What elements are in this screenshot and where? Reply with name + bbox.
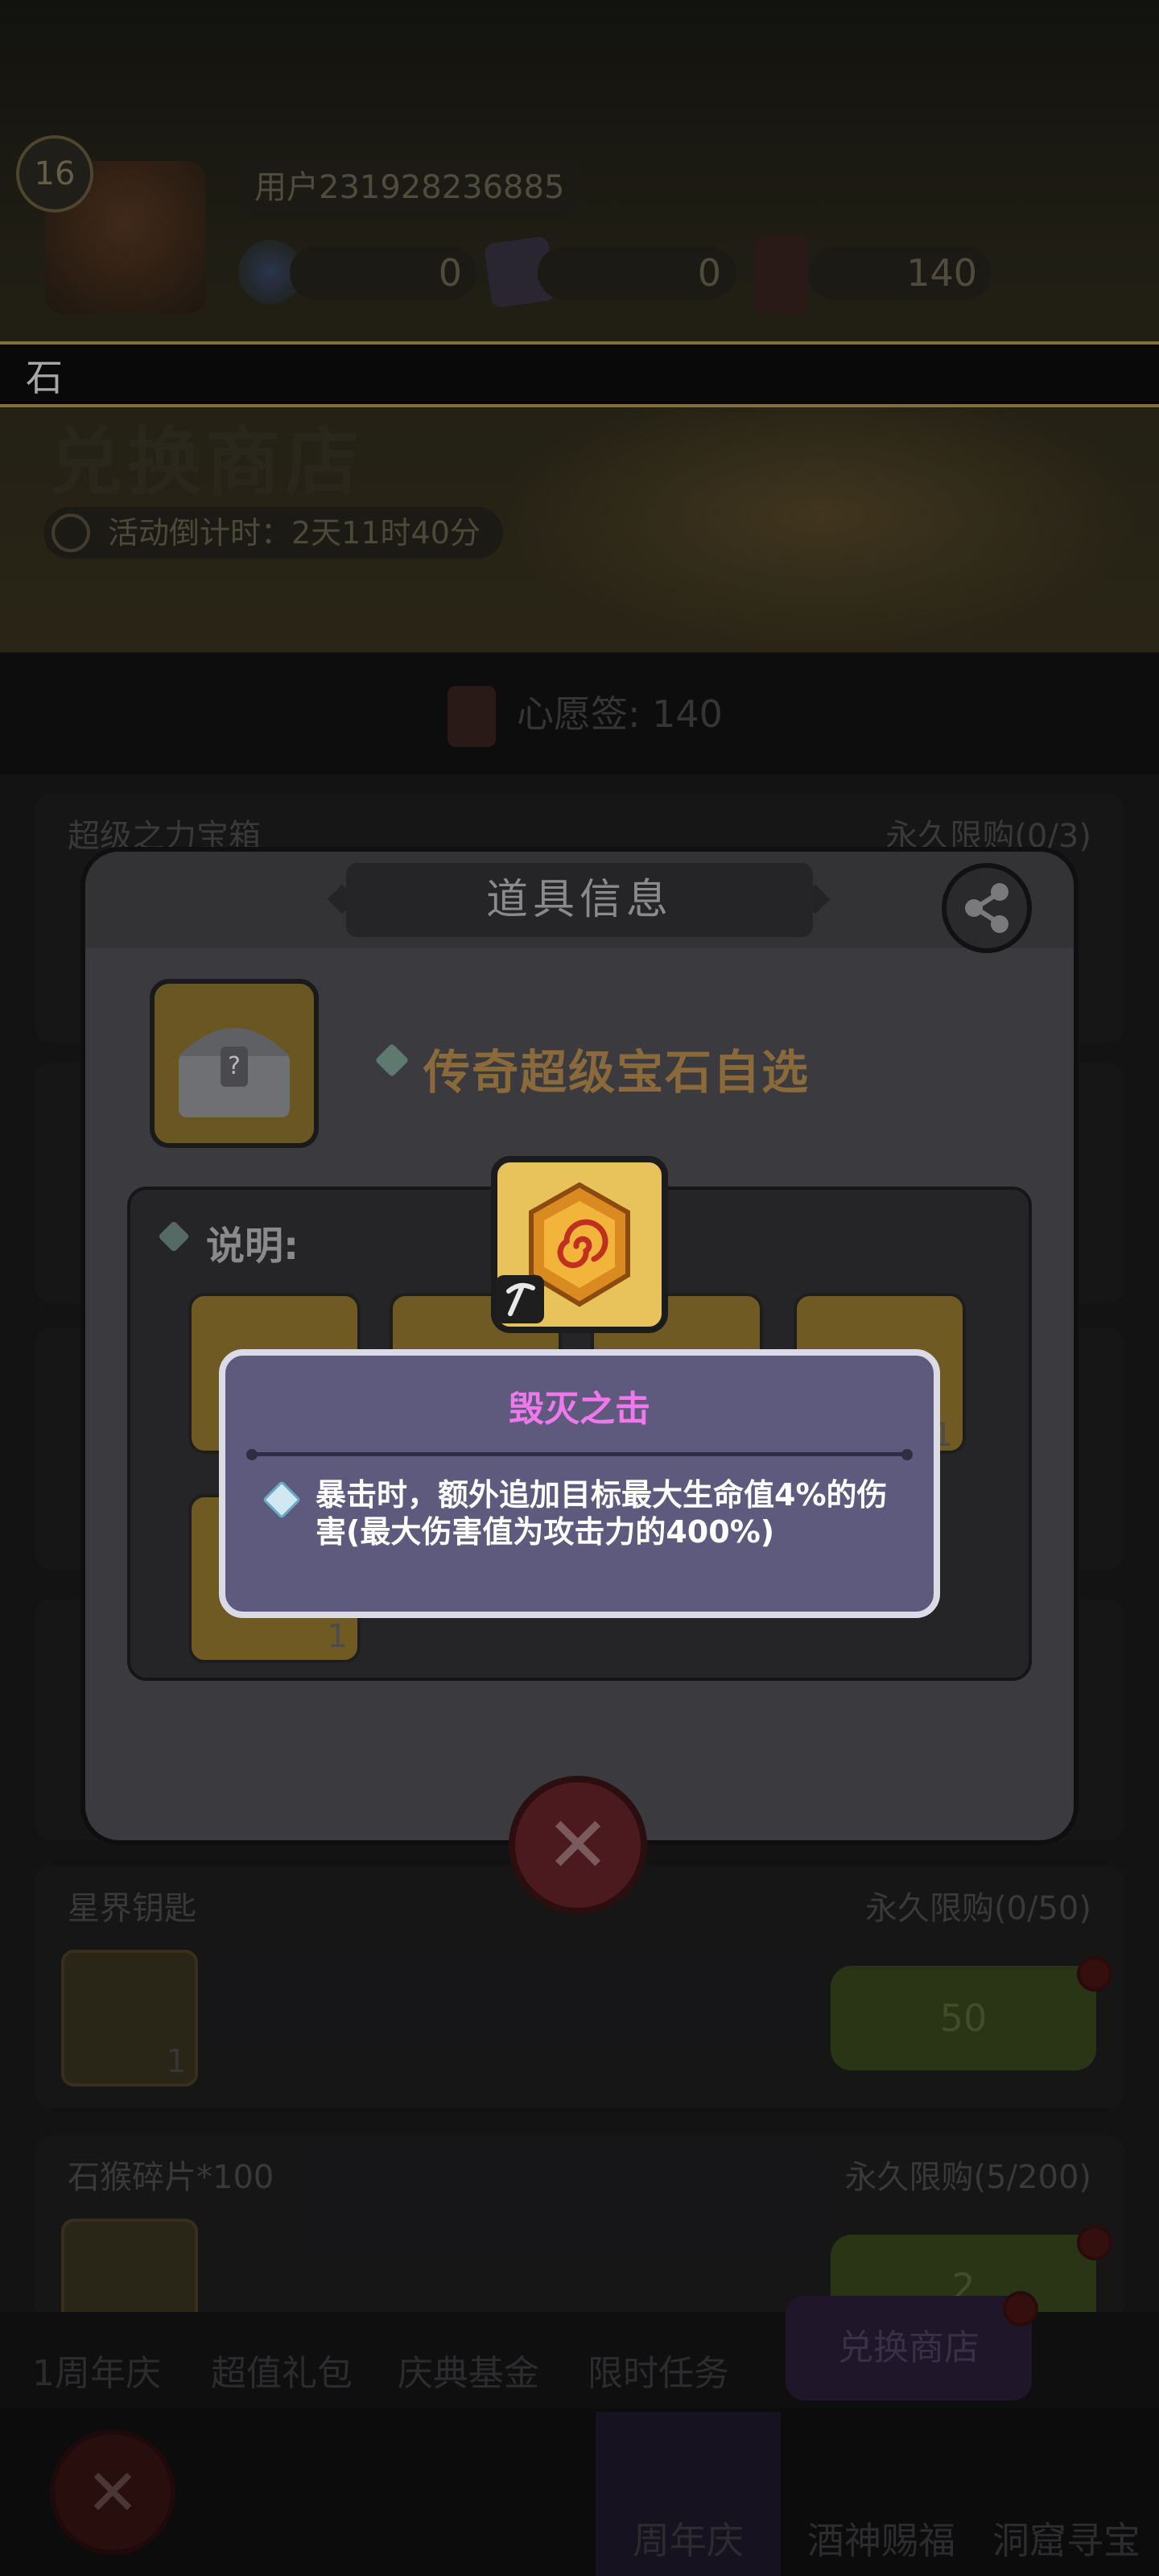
divider-cap <box>246 1449 258 1460</box>
item-icon: ? <box>150 979 319 1148</box>
close-dialog-button[interactable]: ✕ <box>509 1776 647 1914</box>
dialog-title: 道具信息 <box>346 863 813 937</box>
treasure-chest-icon: ? <box>179 1028 290 1117</box>
close-icon: ✕ <box>545 1800 611 1890</box>
divider <box>251 1452 908 1456</box>
skill-description: 暴击时，额外追加目标最大生命值4%的伤害(最大伤害值为攻击力的400%) <box>316 1477 888 1550</box>
divider-cap <box>901 1449 913 1460</box>
share-icon <box>965 883 1008 933</box>
item-name: 传奇超级宝石自选 <box>423 1045 810 1100</box>
pickaxe-icon <box>496 1275 544 1323</box>
share-button[interactable] <box>942 863 1032 953</box>
svg-text:?: ? <box>228 1052 241 1080</box>
skill-name: 毁灭之击 <box>509 1389 650 1430</box>
gem-count: 1 <box>327 1618 348 1655</box>
description-label: 说明: <box>206 1224 299 1269</box>
